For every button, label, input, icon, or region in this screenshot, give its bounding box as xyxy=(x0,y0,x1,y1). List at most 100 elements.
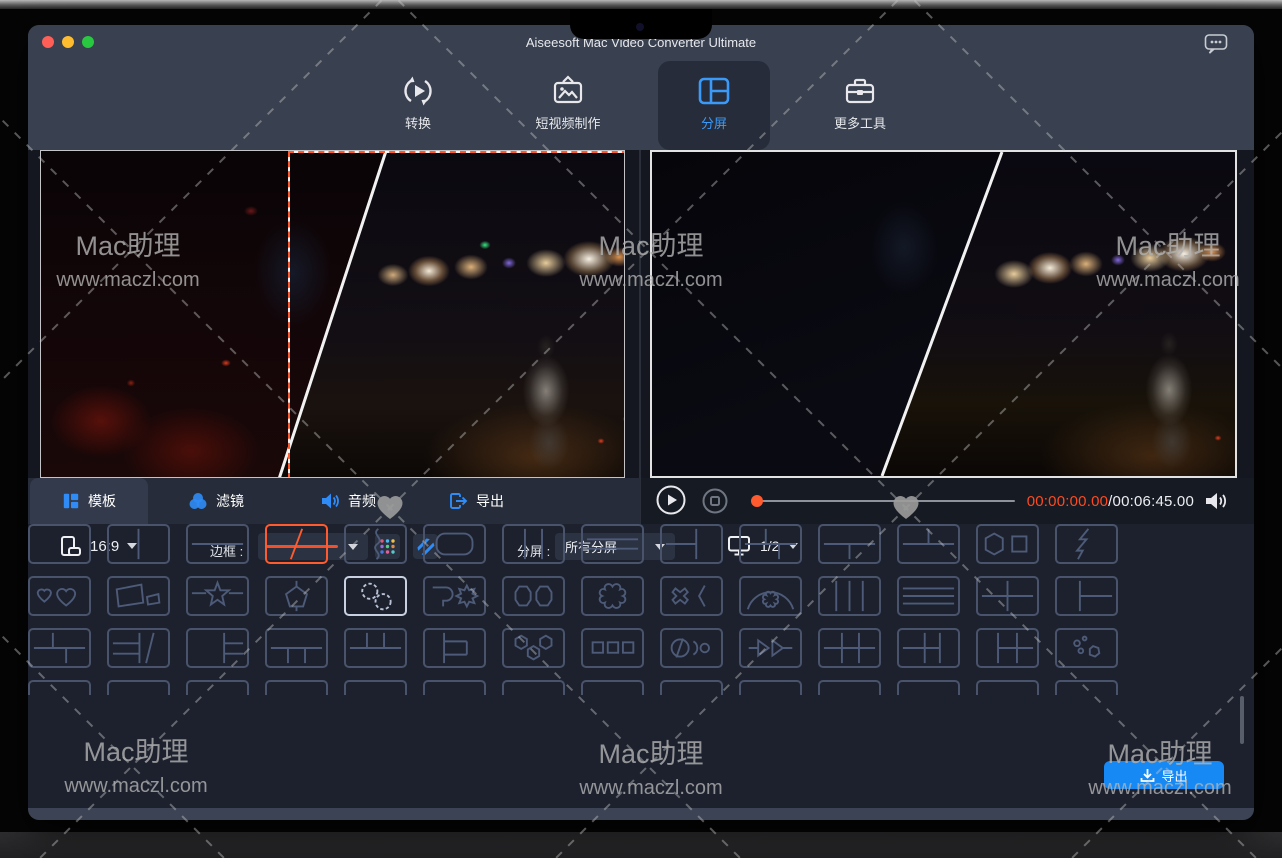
template-heart-pair[interactable] xyxy=(28,576,91,616)
filter-icon xyxy=(188,491,208,511)
template-zigzag[interactable] xyxy=(1055,524,1118,564)
template-partial[interactable] xyxy=(107,680,170,695)
stop-button[interactable] xyxy=(702,488,728,514)
play-icon xyxy=(656,485,686,515)
template-split-diagonal[interactable] xyxy=(265,524,328,564)
template-left-rows-right-col[interactable] xyxy=(660,524,723,564)
template-partial[interactable] xyxy=(976,680,1039,695)
template-grid-left-col[interactable] xyxy=(976,628,1039,668)
template-gear-pair[interactable] xyxy=(344,576,407,616)
toolbar-tab-export[interactable]: 导出 xyxy=(428,478,524,524)
template-triangle-pair[interactable] xyxy=(739,628,802,668)
volume-icon[interactable] xyxy=(1204,490,1228,512)
window-header: Aiseesoft Mac Video Converter Ultimate 转… xyxy=(28,25,1254,150)
template-grid-3x2[interactable] xyxy=(818,628,881,668)
app-window: Aiseesoft Mac Video Converter Ultimate 转… xyxy=(28,25,1254,820)
tab-label: 分屏 xyxy=(658,113,770,132)
template-star-band[interactable] xyxy=(186,576,249,616)
template-bottom-3cols[interactable] xyxy=(265,628,328,668)
template-arch-clover[interactable] xyxy=(739,576,802,616)
template-partial[interactable] xyxy=(818,680,881,695)
template-split-h2[interactable] xyxy=(186,524,249,564)
template-partial[interactable] xyxy=(186,680,249,695)
template-blank[interactable] xyxy=(28,524,91,564)
current-time: 00:00:00.00 xyxy=(1027,493,1108,510)
template-partial[interactable] xyxy=(739,680,802,695)
template-partial[interactable] xyxy=(344,680,407,695)
selection-border xyxy=(288,151,625,478)
play-button[interactable] xyxy=(656,485,686,515)
audio-icon xyxy=(320,491,340,511)
template-rounded-inset[interactable] xyxy=(423,524,486,564)
speech-bubble-icon[interactable] xyxy=(1204,33,1230,55)
template-partial[interactable] xyxy=(423,680,486,695)
template-bottom-cols[interactable] xyxy=(818,524,881,564)
template-corner-grid[interactable] xyxy=(739,524,802,564)
template-row xyxy=(28,628,1120,668)
time-display: 00:00:00.00/00:06:45.00 xyxy=(1027,493,1194,510)
template-partial[interactable] xyxy=(897,680,960,695)
tab-label: 转换 xyxy=(362,113,474,132)
template-partial[interactable] xyxy=(502,680,565,695)
template-circle-mix[interactable] xyxy=(660,628,723,668)
template-rows-diag[interactable] xyxy=(107,628,170,668)
template-right-rows[interactable] xyxy=(186,628,249,668)
template-square-trio[interactable] xyxy=(581,628,644,668)
toolbar-tab-label: 模板 xyxy=(88,491,116,511)
template-megaphone[interactable] xyxy=(107,576,170,616)
template-dot-cluster[interactable] xyxy=(1055,628,1118,668)
tab-more-tools[interactable]: 更多工具 xyxy=(804,61,916,150)
tab-label: 短视频制作 xyxy=(512,113,624,132)
mac-screen: Aiseesoft Mac Video Converter Ultimate 转… xyxy=(0,0,1282,858)
template-pentagon[interactable] xyxy=(265,576,328,616)
tab-label: 更多工具 xyxy=(804,113,916,132)
template-row xyxy=(28,576,1120,616)
scrollbar-thumb[interactable] xyxy=(1240,696,1244,744)
template-z-grid[interactable] xyxy=(28,628,91,668)
template-partial[interactable] xyxy=(28,680,91,695)
template-grid-2x2[interactable] xyxy=(976,576,1039,616)
short-video-icon xyxy=(550,73,586,109)
toolbar-tab-audio[interactable]: 音频 xyxy=(300,478,396,524)
template-split-h3[interactable] xyxy=(581,524,644,564)
template-top-cols[interactable] xyxy=(897,524,960,564)
toolbar-tab-filter[interactable]: 滤镜 xyxy=(168,478,264,524)
progress-handle[interactable] xyxy=(751,495,763,507)
progress-slider[interactable] xyxy=(753,500,1015,502)
left-toolbar: 模板 滤镜 音频 导出 xyxy=(28,478,640,524)
template-icon xyxy=(62,492,80,510)
template-octagon-pair[interactable] xyxy=(502,576,565,616)
tab-short-video[interactable]: 短视频制作 xyxy=(512,61,624,150)
template-partial[interactable] xyxy=(581,680,644,695)
edit-preview[interactable] xyxy=(40,150,625,478)
template-top-3cols[interactable] xyxy=(344,628,407,668)
camera-dot xyxy=(636,23,644,31)
tab-convert[interactable]: 转换 xyxy=(362,61,474,150)
template-split-h4[interactable] xyxy=(897,576,960,616)
window-bottom-bar xyxy=(28,808,1254,820)
template-inner-grid[interactable] xyxy=(423,628,486,668)
template-clover[interactable] xyxy=(581,576,644,616)
template-tag-burst[interactable] xyxy=(423,576,486,616)
template-partial[interactable] xyxy=(1055,680,1118,695)
template-partial[interactable] xyxy=(265,680,328,695)
export-icon xyxy=(448,491,468,511)
template-split-curve[interactable] xyxy=(344,524,407,564)
stop-icon xyxy=(702,488,728,514)
toolbar-tab-label: 音频 xyxy=(348,491,376,511)
tab-split-screen[interactable]: 分屏 xyxy=(658,61,770,150)
template-partial[interactable] xyxy=(660,680,723,695)
notch xyxy=(570,9,712,39)
template-split-v3[interactable] xyxy=(502,524,565,564)
template-hex-trio[interactable] xyxy=(502,628,565,668)
pane-divider xyxy=(639,150,641,524)
toolbar-tab-template[interactable]: 模板 xyxy=(30,478,148,524)
export-button[interactable]: 导出 xyxy=(1104,761,1224,789)
template-hex-square[interactable] xyxy=(976,524,1039,564)
template-split-v4[interactable] xyxy=(818,576,881,616)
desktop-below-window xyxy=(0,832,1282,858)
template-left-col-grid[interactable] xyxy=(1055,576,1118,616)
template-grid-right-col[interactable] xyxy=(897,628,960,668)
template-split-v2[interactable] xyxy=(107,524,170,564)
template-cross-bracket[interactable] xyxy=(660,576,723,616)
